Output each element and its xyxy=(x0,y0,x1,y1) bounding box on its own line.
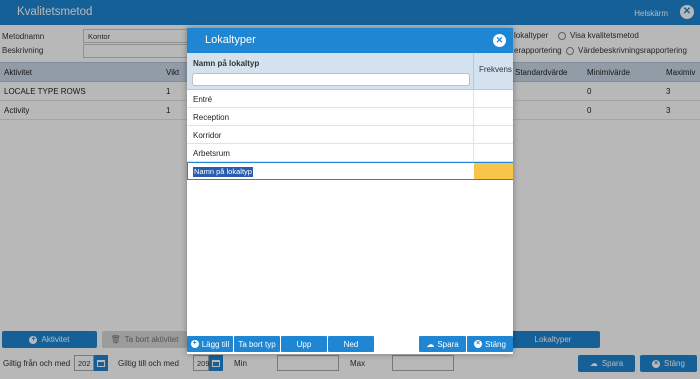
button-label: Spara xyxy=(437,339,459,349)
column-divider xyxy=(473,144,474,162)
button-label: Stäng xyxy=(485,339,506,349)
dialog-save-button[interactable]: ☁ Spara xyxy=(419,336,466,352)
add-type-button[interactable]: + Lägg till xyxy=(187,336,233,352)
plus-icon: + xyxy=(190,340,199,348)
column-divider xyxy=(473,90,474,108)
column-divider xyxy=(473,126,474,144)
button-label: Ned xyxy=(343,339,359,349)
list-item-label: Reception xyxy=(193,113,230,122)
cloud-upload-icon: ☁ xyxy=(426,339,435,349)
frequency-edit-cell[interactable] xyxy=(474,163,513,179)
dialog-close-button[interactable]: × Stäng xyxy=(467,336,513,352)
column-frequency[interactable]: Frekvens xyxy=(479,65,512,74)
button-label: Upp xyxy=(296,339,312,349)
button-label: Ta bort typ xyxy=(238,339,276,349)
list-item[interactable]: Entré xyxy=(187,90,513,108)
close-icon: × xyxy=(474,340,483,348)
locale-type-filter-input[interactable] xyxy=(192,73,470,86)
locale-type-name-edit-input[interactable]: Namn på lokaltyp xyxy=(193,167,253,177)
dialog-toolbar: + Lägg till Ta bort typ Upp Ned ☁ Spara … xyxy=(187,334,513,354)
list-item-label: Entré xyxy=(193,95,213,104)
list-item[interactable]: Arbetsrum xyxy=(187,144,513,162)
dialog-close-icon[interactable]: ✕ xyxy=(493,34,506,47)
column-divider xyxy=(473,108,474,126)
button-label: Lägg till xyxy=(201,339,230,349)
remove-type-button[interactable]: Ta bort typ xyxy=(234,336,280,352)
dialog-titlebar: Lokaltyper ✕ xyxy=(187,28,513,53)
list-item[interactable]: Reception xyxy=(187,108,513,126)
dialog-title: Lokaltyper xyxy=(205,34,256,46)
move-up-button[interactable]: Upp xyxy=(281,336,327,352)
column-locale-type-name[interactable]: Namn på lokaltyp xyxy=(193,59,259,68)
locale-types-dialog: Lokaltyper ✕ Namn på lokaltyp Frekvens E… xyxy=(187,28,513,354)
column-divider xyxy=(473,53,474,90)
list-item-label: Korridor xyxy=(193,131,222,140)
editing-row[interactable]: Namn på lokaltyp xyxy=(187,162,513,180)
locale-type-list: Entré Reception Korridor Arbetsrum Namn … xyxy=(187,90,513,180)
list-item[interactable]: Korridor xyxy=(187,126,513,144)
list-item-label: Arbetsrum xyxy=(193,149,230,158)
move-down-button[interactable]: Ned xyxy=(328,336,374,352)
